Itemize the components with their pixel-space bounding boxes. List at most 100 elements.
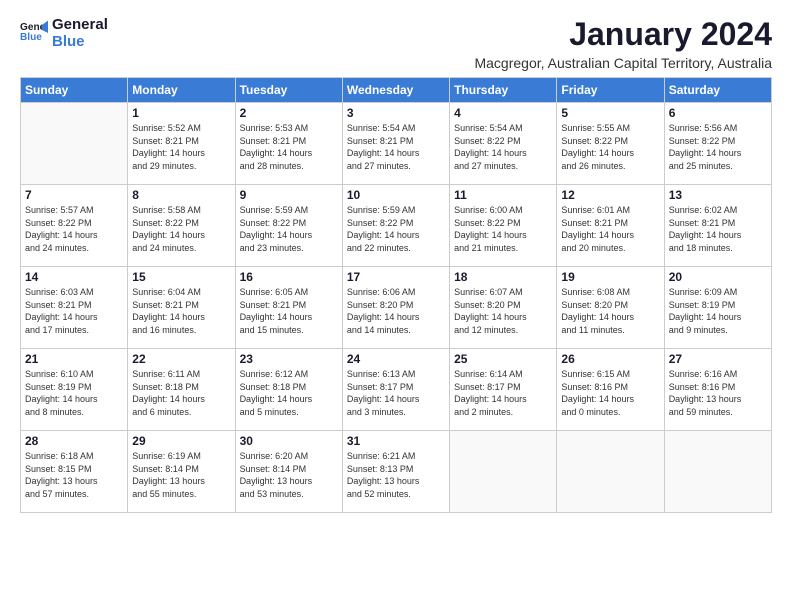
day-number: 28 (25, 434, 123, 448)
day-number: 10 (347, 188, 445, 202)
day-info: Sunrise: 6:03 AMSunset: 8:21 PMDaylight:… (25, 286, 123, 336)
calendar-cell: 18Sunrise: 6:07 AMSunset: 8:20 PMDayligh… (450, 267, 557, 349)
day-info: Sunrise: 6:09 AMSunset: 8:19 PMDaylight:… (669, 286, 767, 336)
calendar-cell: 26 Sunrise: 6:15 AMSunset: 8:16 PMDayligh… (557, 349, 664, 431)
day-header-tuesday: Tuesday (235, 78, 342, 103)
calendar-cell: 8Sunrise: 5:58 AMSunset: 8:22 PMDaylight… (128, 185, 235, 267)
calendar-week-4: 21Sunrise: 6:10 AMSunset: 8:19 PMDayligh… (21, 349, 772, 431)
logo-line2: Blue (52, 33, 108, 50)
day-number: 18 (454, 270, 552, 284)
day-number: 1 (132, 106, 230, 120)
day-number: 24 (347, 352, 445, 366)
subtitle: Macgregor, Australian Capital Territory,… (474, 55, 772, 71)
calendar-cell: 27Sunrise: 6:16 AMSunset: 8:16 PMDayligh… (664, 349, 771, 431)
calendar-cell: 5 Sunrise: 5:55 AMSunset: 8:22 PMDaylight… (557, 103, 664, 185)
day-info: Sunrise: 6:10 AMSunset: 8:19 PMDaylight:… (25, 368, 123, 418)
day-header-saturday: Saturday (664, 78, 771, 103)
calendar-cell: 15 Sunrise: 6:04 AMSunset: 8:21 PMDayligh… (128, 267, 235, 349)
calendar-cell: 22Sunrise: 6:11 AMSunset: 8:18 PMDayligh… (128, 349, 235, 431)
calendar-cell: 12 Sunrise: 6:01 AMSunset: 8:21 PMDayligh… (557, 185, 664, 267)
calendar-cell: 11Sunrise: 6:00 AMSunset: 8:22 PMDayligh… (450, 185, 557, 267)
calendar-cell: 13 Sunrise: 6:02 AMSunset: 8:21 PMDayligh… (664, 185, 771, 267)
page: General Blue General Blue January 2024 M… (0, 0, 792, 612)
calendar-cell: 3 Sunrise: 5:54 AMSunset: 8:21 PMDaylight… (342, 103, 449, 185)
calendar-cell: 1 Sunrise: 5:52 AMSunset: 8:21 PMDaylight… (128, 103, 235, 185)
day-info: Sunrise: 5:56 AMSunset: 8:22 PMDaylight:… (669, 122, 767, 172)
calendar-cell: 16 Sunrise: 6:05 AMSunset: 8:21 PMDayligh… (235, 267, 342, 349)
day-info: Sunrise: 6:12 AMSunset: 8:18 PMDaylight:… (240, 368, 338, 418)
calendar-cell: 10 Sunrise: 5:59 AMSunset: 8:22 PMDayligh… (342, 185, 449, 267)
day-info: Sunrise: 5:54 AMSunset: 8:21 PMDaylight:… (347, 122, 445, 172)
calendar-week-5: 28 Sunrise: 6:18 AMSunset: 8:15 PMDayligh… (21, 431, 772, 513)
day-info: Sunrise: 6:05 AMSunset: 8:21 PMDaylight:… (240, 286, 338, 336)
day-number: 3 (347, 106, 445, 120)
day-header-wednesday: Wednesday (342, 78, 449, 103)
calendar-week-1: 1 Sunrise: 5:52 AMSunset: 8:21 PMDaylight… (21, 103, 772, 185)
day-number: 29 (132, 434, 230, 448)
day-number: 5 (561, 106, 659, 120)
day-info: Sunrise: 5:54 AMSunset: 8:22 PMDaylight:… (454, 122, 552, 172)
day-info: Sunrise: 6:08 AMSunset: 8:20 PMDaylight:… (561, 286, 659, 336)
calendar-table: SundayMondayTuesdayWednesdayThursdayFrid… (20, 77, 772, 513)
logo-icon: General Blue (20, 19, 48, 47)
day-info: Sunrise: 6:18 AMSunset: 8:15 PMDaylight:… (25, 450, 123, 500)
day-number: 11 (454, 188, 552, 202)
calendar-cell (557, 431, 664, 513)
day-header-sunday: Sunday (21, 78, 128, 103)
day-info: Sunrise: 6:02 AMSunset: 8:21 PMDaylight:… (669, 204, 767, 254)
day-header-thursday: Thursday (450, 78, 557, 103)
day-number: 6 (669, 106, 767, 120)
calendar-week-3: 14Sunrise: 6:03 AMSunset: 8:21 PMDayligh… (21, 267, 772, 349)
day-number: 16 (240, 270, 338, 284)
day-header-friday: Friday (557, 78, 664, 103)
calendar-cell: 23 Sunrise: 6:12 AMSunset: 8:18 PMDayligh… (235, 349, 342, 431)
day-number: 7 (25, 188, 123, 202)
day-info: Sunrise: 6:06 AMSunset: 8:20 PMDaylight:… (347, 286, 445, 336)
calendar-cell: 4 Sunrise: 5:54 AMSunset: 8:22 PMDaylight… (450, 103, 557, 185)
calendar-cell: 25 Sunrise: 6:14 AMSunset: 8:17 PMDayligh… (450, 349, 557, 431)
day-info: Sunrise: 6:21 AMSunset: 8:13 PMDaylight:… (347, 450, 445, 500)
day-number: 26 (561, 352, 659, 366)
calendar-cell: 9Sunrise: 5:59 AMSunset: 8:22 PMDaylight… (235, 185, 342, 267)
day-number: 13 (669, 188, 767, 202)
day-number: 15 (132, 270, 230, 284)
calendar-cell (664, 431, 771, 513)
day-number: 25 (454, 352, 552, 366)
day-info: Sunrise: 5:55 AMSunset: 8:22 PMDaylight:… (561, 122, 659, 172)
calendar-cell: 6 Sunrise: 5:56 AMSunset: 8:22 PMDaylight… (664, 103, 771, 185)
calendar-cell: 29Sunrise: 6:19 AMSunset: 8:14 PMDayligh… (128, 431, 235, 513)
day-info: Sunrise: 6:13 AMSunset: 8:17 PMDaylight:… (347, 368, 445, 418)
calendar-week-2: 7 Sunrise: 5:57 AMSunset: 8:22 PMDaylight… (21, 185, 772, 267)
day-header-monday: Monday (128, 78, 235, 103)
day-info: Sunrise: 6:15 AMSunset: 8:16 PMDaylight:… (561, 368, 659, 418)
day-number: 30 (240, 434, 338, 448)
day-number: 4 (454, 106, 552, 120)
day-info: Sunrise: 6:04 AMSunset: 8:21 PMDaylight:… (132, 286, 230, 336)
calendar-cell: 30Sunrise: 6:20 AMSunset: 8:14 PMDayligh… (235, 431, 342, 513)
day-number: 8 (132, 188, 230, 202)
logo-line1: General (52, 16, 108, 33)
calendar-cell: 17Sunrise: 6:06 AMSunset: 8:20 PMDayligh… (342, 267, 449, 349)
day-info: Sunrise: 5:59 AMSunset: 8:22 PMDaylight:… (240, 204, 338, 254)
day-info: Sunrise: 5:52 AMSunset: 8:21 PMDaylight:… (132, 122, 230, 172)
day-info: Sunrise: 6:14 AMSunset: 8:17 PMDaylight:… (454, 368, 552, 418)
day-info: Sunrise: 6:11 AMSunset: 8:18 PMDaylight:… (132, 368, 230, 418)
svg-text:Blue: Blue (20, 32, 42, 43)
calendar-cell: 21Sunrise: 6:10 AMSunset: 8:19 PMDayligh… (21, 349, 128, 431)
calendar-cell: 2 Sunrise: 5:53 AMSunset: 8:21 PMDaylight… (235, 103, 342, 185)
calendar-cell: 31 Sunrise: 6:21 AMSunset: 8:13 PMDayligh… (342, 431, 449, 513)
day-number: 20 (669, 270, 767, 284)
day-number: 19 (561, 270, 659, 284)
day-number: 2 (240, 106, 338, 120)
day-info: Sunrise: 5:53 AMSunset: 8:21 PMDaylight:… (240, 122, 338, 172)
calendar-cell (21, 103, 128, 185)
calendar-cell: 24 Sunrise: 6:13 AMSunset: 8:17 PMDayligh… (342, 349, 449, 431)
day-number: 23 (240, 352, 338, 366)
calendar-cell: 20 Sunrise: 6:09 AMSunset: 8:19 PMDayligh… (664, 267, 771, 349)
day-number: 31 (347, 434, 445, 448)
day-number: 12 (561, 188, 659, 202)
day-info: Sunrise: 6:01 AMSunset: 8:21 PMDaylight:… (561, 204, 659, 254)
day-info: Sunrise: 6:16 AMSunset: 8:16 PMDaylight:… (669, 368, 767, 418)
day-info: Sunrise: 5:59 AMSunset: 8:22 PMDaylight:… (347, 204, 445, 254)
day-info: Sunrise: 5:57 AMSunset: 8:22 PMDaylight:… (25, 204, 123, 254)
